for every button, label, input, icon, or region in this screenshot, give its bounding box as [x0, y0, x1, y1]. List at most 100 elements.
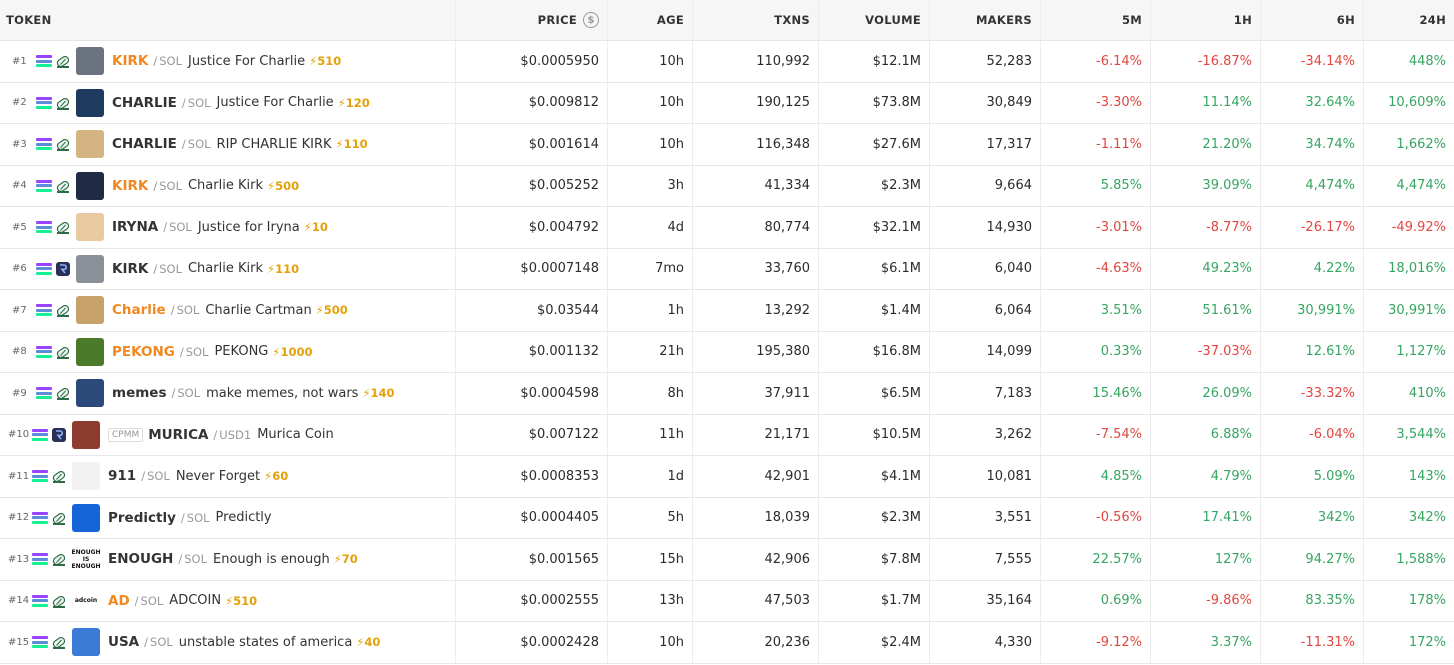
boost-badge: ⚡70: [333, 552, 358, 567]
header-5m[interactable]: 5M: [1041, 0, 1151, 40]
change-24h-cell: -49.92%: [1391, 219, 1446, 235]
boost-badge: ⚡1000: [272, 344, 313, 359]
change-6h-cell: -11.31%: [1261, 622, 1364, 663]
header-txns[interactable]: TXNS: [693, 0, 819, 40]
header-price[interactable]: PRICE $: [456, 0, 608, 40]
pump-icon: [56, 139, 70, 152]
token-name: PEKONG: [214, 344, 269, 360]
price-cell: $0.007122: [456, 414, 608, 455]
pump-icon: [52, 554, 66, 567]
table-row[interactable]: #2 CHARLIE / SOL Justice For Charlie ⚡120…: [0, 82, 1454, 124]
header-6h[interactable]: 6H: [1261, 0, 1364, 40]
makers-cell: 6,040: [930, 248, 1041, 289]
pump-icon: [56, 388, 70, 401]
quote-token: / SOL: [134, 593, 164, 608]
header-token[interactable]: TOKEN: [0, 0, 456, 40]
change-24h-cell: 4,474%: [1396, 178, 1446, 194]
makers-cell: 4,330: [930, 622, 1041, 663]
header-token-label: TOKEN: [6, 13, 52, 27]
rank-label: #13: [8, 553, 30, 565]
age-cell: 13h: [608, 580, 693, 621]
table-row[interactable]: #6 KIRK / SOL Charlie Kirk ⚡110 $0.000714…: [0, 248, 1454, 290]
table-row[interactable]: #3 CHARLIE / SOL RIP CHARLIE KIRK ⚡110 $0…: [0, 124, 1454, 166]
txns-cell: 80,774: [693, 207, 819, 248]
change-1h-cell: 51.61%: [1151, 290, 1261, 331]
solana-icon: [36, 55, 52, 68]
token-symbol: Charlie: [112, 302, 166, 319]
table-row[interactable]: #14 adcoin AD / SOL ADCOIN ⚡510 $0.000255…: [0, 580, 1454, 622]
makers-cell: 35,164: [930, 580, 1041, 621]
currency-toggle-icon[interactable]: $: [583, 12, 599, 28]
token-symbol: KIRK: [112, 53, 149, 70]
change-24h-cell: 1,127%: [1396, 344, 1446, 360]
rank-label: #8: [12, 346, 27, 358]
header-volume[interactable]: VOLUME: [819, 0, 930, 40]
table-row[interactable]: #5 IRYNA / SOL Justice for Iryna ⚡10 $0.0…: [0, 207, 1454, 249]
solana-icon: [32, 594, 48, 607]
token-avatar: [76, 88, 104, 117]
table-row[interactable]: #8 PEKONG / SOL PEKONG ⚡1000 $0.001132 21…: [0, 331, 1454, 373]
pump-icon: [52, 637, 66, 650]
token-symbol: CHARLIE: [112, 136, 177, 153]
txns-cell: 42,901: [693, 456, 819, 497]
header-1h[interactable]: 1H: [1151, 0, 1261, 40]
token-cell: #11 911 /SOL Never Forget ⚡60: [0, 456, 456, 497]
token-symbol: IRYNA: [112, 219, 159, 236]
pool-type-badge: CPMM: [108, 427, 144, 442]
header-24h[interactable]: 24H: [1364, 0, 1454, 40]
table-row[interactable]: #11 911 /SOL Never Forget ⚡60 $0.0008353…: [0, 456, 1454, 498]
txns-cell: 110,992: [693, 41, 819, 82]
token-cell: #9 memes / SOL make memes, not wars ⚡140: [0, 373, 456, 414]
volume-cell: $6.1M: [819, 248, 930, 289]
table-row[interactable]: #1 KIRK / SOL Justice For Charlie ⚡510 $0…: [0, 41, 1454, 83]
token-symbol: PEKONG: [112, 343, 175, 360]
token-avatar: [72, 628, 100, 657]
token-symbol: ENOUGH: [108, 551, 174, 568]
rank-label: #7: [12, 304, 27, 316]
token-cell: #13 ENOUGH IS ENOUGH ENOUGH / SOL Enough …: [0, 539, 456, 580]
table-row[interactable]: #10 CPMM MURICA / USD1 Murica Coin $0.007…: [0, 414, 1454, 456]
token-cell: #2 CHARLIE / SOL Justice For Charlie ⚡120: [0, 82, 456, 123]
boost-badge: ⚡500: [315, 303, 348, 318]
table-row[interactable]: #7 Charlie / SOL Charlie Cartman ⚡500 $0.…: [0, 290, 1454, 332]
price-cell: $0.001614: [456, 124, 608, 165]
txns-cell: 37,911: [693, 373, 819, 414]
age-cell: 10h: [608, 622, 693, 663]
boost-badge: ⚡510: [309, 54, 342, 69]
token-name: ADCOIN: [169, 593, 222, 609]
solana-icon: [36, 304, 52, 317]
header-age[interactable]: AGE: [608, 0, 693, 40]
pump-icon: [56, 346, 70, 359]
age-cell: 10h: [608, 41, 693, 82]
token-avatar: [76, 296, 104, 325]
boost-badge: ⚡110: [266, 261, 300, 276]
volume-cell: $7.8M: [819, 539, 930, 580]
change-1h-cell: 11.14%: [1151, 82, 1261, 123]
solana-icon: [36, 179, 52, 192]
header-makers[interactable]: MAKERS: [930, 0, 1041, 40]
price-cell: $0.03544: [456, 290, 608, 331]
token-avatar: [76, 337, 104, 366]
age-cell: 5h: [608, 497, 693, 538]
token-cell: #14 adcoin AD / SOL ADCOIN ⚡510: [0, 580, 456, 621]
raydium-icon: [52, 427, 66, 442]
table-row[interactable]: #12 Predictly / SOL Predictly $0.0004405 …: [0, 497, 1454, 539]
token-name: Charlie Kirk: [187, 178, 263, 194]
age-cell: 10h: [608, 82, 693, 123]
table-row[interactable]: #13 ENOUGH IS ENOUGH ENOUGH / SOL Enough …: [0, 539, 1454, 581]
table-row[interactable]: #4 KIRK / SOL Charlie Kirk ⚡500 $0.005252…: [0, 165, 1454, 207]
token-avatar: [72, 503, 100, 532]
quote-token: / SOL: [163, 220, 192, 235]
header-6h-label: 6H: [1336, 13, 1355, 27]
token-cell: #10 CPMM MURICA / USD1 Murica Coin: [0, 414, 456, 455]
change-6h-cell: 5.09%: [1261, 456, 1364, 497]
age-cell: 11h: [608, 414, 693, 455]
token-cell: #15 USA / SOL unstable states of america …: [0, 622, 456, 663]
volume-cell: $2.3M: [819, 497, 930, 538]
token-name: unstable states of america: [178, 634, 353, 650]
table-row[interactable]: #15 USA / SOL unstable states of america …: [0, 622, 1454, 664]
table-row[interactable]: #9 memes / SOL make memes, not wars ⚡140 …: [0, 373, 1454, 415]
txns-cell: 33,760: [693, 248, 819, 289]
change-6h-cell: 94.27%: [1261, 539, 1364, 580]
change-1h-cell: 26.09%: [1151, 373, 1261, 414]
